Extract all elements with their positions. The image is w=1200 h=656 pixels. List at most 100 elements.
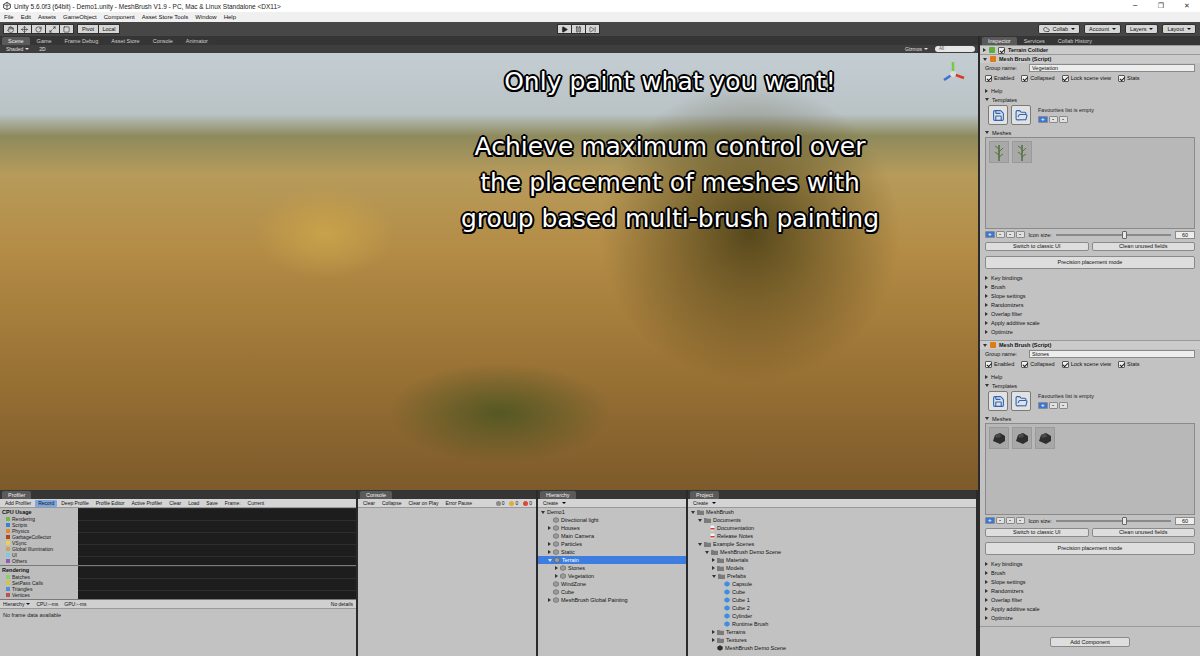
mesh-list-button[interactable]: -	[996, 231, 1005, 238]
expand-arrow-icon[interactable]	[548, 526, 551, 530]
legend-item[interactable]: Triangles	[2, 586, 76, 592]
group-name-field[interactable]: Vegetation	[1029, 64, 1195, 72]
2d-toggle[interactable]: 2D	[36, 46, 48, 53]
terrain-collider-header[interactable]: Terrain Collider	[980, 45, 1200, 54]
legend-item[interactable]: VSync	[2, 540, 76, 546]
icon-size-field[interactable]: 60	[1175, 231, 1195, 239]
foldout-arrow-icon[interactable]	[983, 48, 986, 52]
expand-arrow-icon[interactable]	[548, 542, 551, 546]
footer-item[interactable]: Hierarchy	[3, 601, 30, 608]
checkbox[interactable]	[1062, 361, 1069, 368]
menu-item[interactable]: Asset Store Tools	[142, 13, 189, 21]
mesh-list-button[interactable]: -	[996, 517, 1005, 524]
expand-arrow-icon[interactable]	[712, 638, 715, 642]
foldout[interactable]: Randomizers	[980, 300, 1200, 309]
mesh-thumbnail[interactable]	[1035, 427, 1055, 449]
hierarchy-row[interactable]: Demo1	[538, 508, 686, 516]
foldout-arrow-icon[interactable]	[983, 344, 987, 347]
play-button[interactable]	[557, 24, 572, 34]
expand-arrow-icon[interactable]	[691, 511, 695, 514]
component-header[interactable]: Mesh Brush (Script)	[980, 340, 1200, 349]
icon-size-slider[interactable]	[1056, 520, 1171, 522]
tab[interactable]: Animator	[180, 37, 214, 45]
tool-button[interactable]	[45, 24, 60, 34]
foldout[interactable]: Help	[980, 372, 1200, 381]
toggle[interactable]: Stats	[1118, 360, 1140, 368]
project-row[interactable]: MeshBrush	[688, 508, 976, 516]
legend-item[interactable]: Physics	[2, 528, 76, 534]
hierarchy-row[interactable]: Cube	[538, 588, 686, 596]
message-count[interactable]: 0	[521, 500, 534, 507]
mesh-thumbnail[interactable]	[989, 141, 1009, 163]
tool-button[interactable]	[3, 24, 18, 34]
toggle[interactable]: Collapsed	[1021, 360, 1054, 368]
expand-arrow-icon[interactable]	[698, 543, 702, 546]
legend-item[interactable]: GarbageCollector	[2, 534, 76, 540]
legend-item[interactable]: SetPass Calls	[2, 580, 76, 586]
foldout-arrow-icon[interactable]	[985, 571, 988, 575]
foldout-arrow-icon[interactable]	[985, 98, 989, 101]
foldout[interactable]: Apply additive scale	[980, 604, 1200, 613]
hierarchy-row[interactable]: Main Camera	[538, 532, 686, 540]
profiler-button[interactable]: Add Profiler	[2, 500, 34, 507]
profiler-button[interactable]: Frame:	[222, 500, 244, 507]
profiler-button[interactable]: Profile Editor	[93, 500, 128, 507]
step-button[interactable]	[585, 24, 600, 34]
mesh-thumbnail[interactable]	[989, 427, 1009, 449]
foldout-arrow-icon[interactable]	[985, 417, 989, 420]
hierarchy-row[interactable]: Terrain	[538, 556, 686, 564]
project-row[interactable]: Documents	[688, 516, 976, 524]
mesh-list-button[interactable]: -	[1006, 231, 1015, 238]
pause-button[interactable]	[571, 24, 586, 34]
project-row[interactable]: Textures	[688, 636, 976, 644]
project-row[interactable]: Terrains	[688, 628, 976, 636]
tab[interactable]: Asset Store	[105, 37, 145, 45]
foldout-arrow-icon[interactable]	[985, 580, 988, 584]
foldout[interactable]: Meshes	[980, 414, 1200, 423]
tool-button[interactable]	[59, 24, 74, 34]
tool-button[interactable]	[17, 24, 32, 34]
mesh-list-button[interactable]: -	[1006, 517, 1015, 524]
message-count[interactable]: 0	[507, 500, 520, 507]
profiler-button[interactable]: Active Profiler	[128, 500, 165, 507]
menu-item[interactable]: File	[4, 13, 14, 21]
foldout-arrow-icon[interactable]	[985, 607, 988, 611]
foldout[interactable]: Slope settings	[980, 291, 1200, 300]
checkbox[interactable]	[1062, 75, 1069, 82]
foldout-arrow-icon[interactable]	[985, 89, 988, 93]
mesh-list-button[interactable]: +	[985, 517, 995, 524]
console-button[interactable]: Error Pause	[442, 500, 475, 507]
toolbar-dropdown[interactable]: Layers	[1125, 24, 1159, 34]
slider-knob[interactable]	[1122, 517, 1127, 525]
foldout[interactable]: Apply additive scale	[980, 318, 1200, 327]
foldout[interactable]: Key bindings	[980, 559, 1200, 568]
project-row[interactable]: Example Scenes	[688, 540, 976, 548]
foldout-arrow-icon[interactable]	[985, 330, 988, 334]
toggle[interactable]: Stats	[1118, 74, 1140, 82]
mesh-thumbnail[interactable]	[1012, 141, 1032, 163]
expand-arrow-icon[interactable]	[705, 551, 709, 554]
checkbox[interactable]	[985, 361, 992, 368]
foldout-arrow-icon[interactable]	[985, 598, 988, 602]
tab[interactable]: Project	[690, 491, 719, 499]
foldout-arrow-icon[interactable]	[985, 321, 988, 325]
console-button[interactable]: Clear on Play	[405, 500, 441, 507]
hierarchy-row[interactable]: Houses	[538, 524, 686, 532]
save-template-button[interactable]	[988, 105, 1008, 125]
foldout[interactable]: Brush	[980, 568, 1200, 577]
tab[interactable]: Profiler	[2, 491, 31, 499]
hierarchy-row[interactable]: Static	[538, 548, 686, 556]
project-row[interactable]: Materials	[688, 556, 976, 564]
foldout[interactable]: Optimize	[980, 327, 1200, 336]
tab[interactable]: Console	[147, 37, 179, 45]
project-row[interactable]: Documentation	[688, 524, 976, 532]
foldout[interactable]: Templates	[980, 95, 1200, 104]
icon-size-field[interactable]: 60	[1175, 517, 1195, 525]
favourites-button[interactable]: +	[1038, 116, 1048, 123]
project-row[interactable]: Capsule	[688, 580, 976, 588]
expand-arrow-icon[interactable]	[712, 575, 716, 578]
legend-header[interactable]: CPU Usage	[2, 509, 76, 516]
tab[interactable]: Game	[31, 37, 58, 45]
inspector-button[interactable]: Switch to classic UI	[985, 528, 1089, 537]
expand-arrow-icon[interactable]	[541, 511, 545, 514]
